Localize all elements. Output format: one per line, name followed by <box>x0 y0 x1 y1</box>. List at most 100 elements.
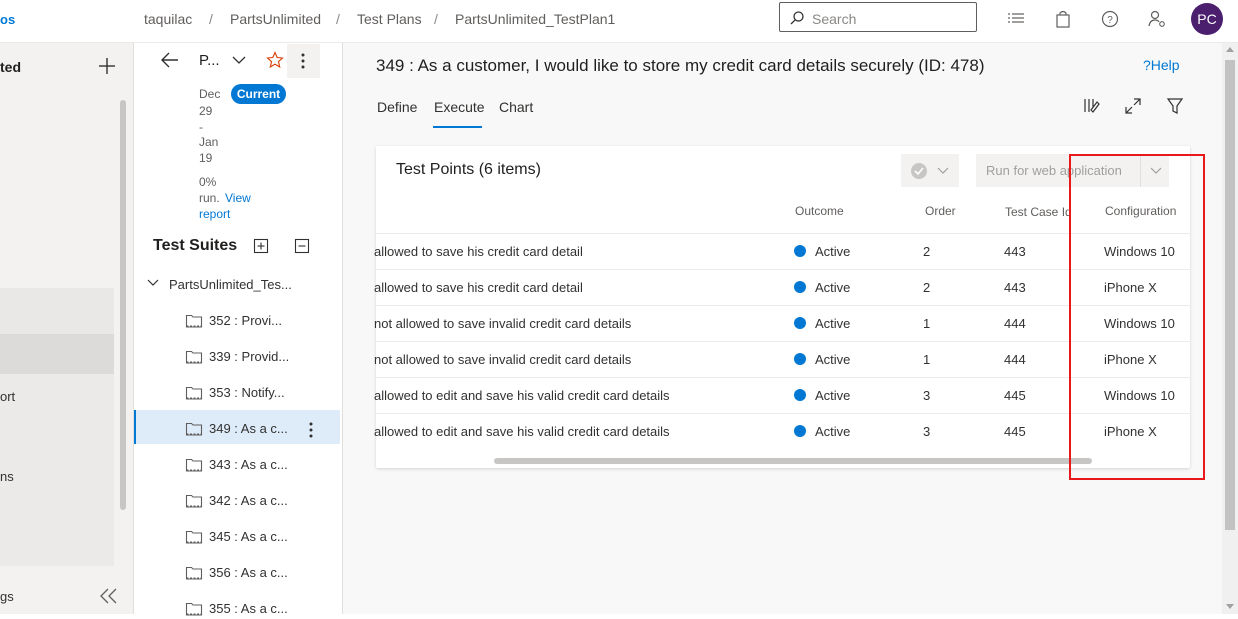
view-report-link-cont[interactable]: report <box>199 207 230 221</box>
collapse-nav-icon[interactable] <box>99 587 119 605</box>
column-header-outcome[interactable]: Outcome <box>795 204 844 218</box>
nav-item[interactable] <box>0 374 114 566</box>
active-tab-indicator <box>433 126 482 128</box>
nav-item-selected[interactable] <box>0 334 114 374</box>
breadcrumb-org[interactable]: taquilac <box>144 11 192 27</box>
suite-item[interactable]: 345 : As a c... <box>185 529 335 547</box>
scroll-down-arrow-icon[interactable] <box>1226 604 1234 610</box>
run-percentage: 0% <box>199 175 217 189</box>
tab-execute[interactable]: Execute <box>434 99 485 115</box>
breadcrumb-test-plans[interactable]: Test Plans <box>357 11 422 27</box>
outcome-status-dot <box>794 281 806 293</box>
plan-date-start-day: 29 <box>199 104 213 118</box>
outcome-cell: Active <box>815 244 851 259</box>
plan-date-end-month: Jan <box>199 135 219 149</box>
suite-folder-icon <box>185 565 203 581</box>
chevron-down-icon[interactable] <box>232 55 246 65</box>
marketplace-bag-icon[interactable] <box>1053 9 1073 29</box>
scroll-up-arrow-icon[interactable] <box>1226 46 1234 52</box>
nav-item-report-fragment[interactable]: ort <box>0 389 15 404</box>
suite-item[interactable]: 339 : Provid... <box>185 349 335 367</box>
outcome-cell: Active <box>815 316 851 331</box>
tab-define[interactable]: Define <box>377 99 417 115</box>
chevron-down-icon <box>937 167 949 175</box>
nav-scrollbar[interactable] <box>120 100 126 510</box>
suite-item-label: 339 : Provid... <box>209 349 290 364</box>
tab-chart[interactable]: Chart <box>499 99 533 115</box>
test-point-title: allowed to edit and save his valid credi… <box>374 424 670 439</box>
filter-icon[interactable] <box>1166 97 1184 115</box>
root-suite[interactable]: PartsUnlimited_Tes... <box>169 277 292 292</box>
table-row[interactable]: allowed to save his credit card detail Ac… <box>374 269 1190 306</box>
suite-item[interactable]: 356 : As a c... <box>185 565 335 583</box>
order-cell: 1 <box>923 316 931 331</box>
help-link[interactable]: ?Help <box>1143 57 1180 73</box>
brand-fragment[interactable]: os <box>0 12 15 27</box>
order-cell: 2 <box>923 244 931 259</box>
nav-item[interactable] <box>0 288 114 334</box>
chevron-down-icon[interactable] <box>147 279 159 287</box>
search-placeholder: Search <box>812 11 857 27</box>
test-suites-title: Test Suites <box>153 237 238 254</box>
nav-item-settings-fragment[interactable]: gs <box>0 589 14 604</box>
column-options-icon[interactable] <box>1082 97 1102 115</box>
help-icon[interactable]: ? <box>1100 9 1120 29</box>
suite-item-label: 343 : As a c... <box>209 457 288 472</box>
suite-folder-icon <box>185 601 203 617</box>
suite-item[interactable]: 342 : As a c... <box>185 493 335 511</box>
suite-item[interactable]: 355 : As a c... <box>185 601 335 619</box>
fullscreen-icon[interactable] <box>1124 97 1142 115</box>
expand-all-icon[interactable] <box>253 238 269 254</box>
outcome-status-dot <box>794 245 806 257</box>
list-settings-icon[interactable] <box>1006 9 1026 29</box>
view-report-link[interactable]: View <box>225 191 251 205</box>
outcome-status-dot <box>794 317 806 329</box>
search-box[interactable]: Search <box>779 2 977 32</box>
outcome-status-dot <box>794 389 806 401</box>
test-point-title: allowed to save his credit card detail <box>374 280 583 295</box>
suite-item[interactable]: 353 : Notify... <box>185 385 335 403</box>
order-cell: 2 <box>923 280 931 295</box>
user-settings-icon[interactable] <box>1147 9 1167 29</box>
plan-more-button[interactable] <box>287 44 320 78</box>
outcome-status-dot <box>794 425 806 437</box>
test-case-id-cell: 445 <box>1004 424 1026 439</box>
page-scrollbar-thumb[interactable] <box>1225 60 1235 530</box>
horizontal-scrollbar[interactable] <box>494 458 1092 464</box>
favorite-star-icon[interactable] <box>266 51 284 69</box>
table-row[interactable]: allowed to edit and save his valid credi… <box>374 413 1190 450</box>
order-cell: 3 <box>923 424 931 439</box>
breadcrumb-test-plan[interactable]: PartsUnlimited_TestPlan1 <box>455 11 615 27</box>
collapse-all-icon[interactable] <box>294 238 310 254</box>
table-row[interactable]: allowed to edit and save his valid credi… <box>374 377 1190 414</box>
set-outcome-button[interactable] <box>901 154 959 187</box>
outcome-cell: Active <box>815 424 851 439</box>
test-point-title: not allowed to save invalid credit card … <box>374 316 632 331</box>
plan-date-dash: - <box>199 120 203 134</box>
breadcrumb-project[interactable]: PartsUnlimited <box>230 11 321 27</box>
add-icon[interactable] <box>97 56 117 76</box>
more-vertical-icon <box>301 53 305 69</box>
avatar[interactable]: PC <box>1191 3 1223 35</box>
nav-item-plans-fragment[interactable]: ns <box>0 469 14 484</box>
table-row[interactable]: not allowed to save invalid credit card … <box>374 341 1190 378</box>
suite-folder-icon <box>185 313 203 329</box>
suite-item-label: 345 : As a c... <box>209 529 288 544</box>
suite-item-label: 353 : Notify... <box>209 385 285 400</box>
order-cell: 3 <box>923 388 931 403</box>
highlight-annotation-box <box>1069 154 1205 480</box>
page-title: 349 : As a customer, I would like to sto… <box>376 56 985 75</box>
test-point-title: allowed to edit and save his valid credi… <box>374 388 670 403</box>
back-arrow-icon[interactable] <box>160 51 180 69</box>
suite-item-label: 349 : As a c... <box>209 421 288 436</box>
suite-more-icon[interactable] <box>309 422 313 438</box>
column-header-test-case-id[interactable]: Test Case Id <box>1005 205 1069 219</box>
table-row[interactable]: not allowed to save invalid credit card … <box>374 305 1190 342</box>
plan-name[interactable]: P... <box>199 52 220 69</box>
suite-item-label: 352 : Provi... <box>209 313 282 328</box>
table-row[interactable]: allowed to save his credit card detail Ac… <box>374 233 1190 270</box>
suite-item[interactable]: 352 : Provi... <box>185 313 335 331</box>
column-header-order[interactable]: Order <box>925 204 956 218</box>
status-badge: Current <box>231 84 286 104</box>
suite-item[interactable]: 343 : As a c... <box>185 457 335 475</box>
